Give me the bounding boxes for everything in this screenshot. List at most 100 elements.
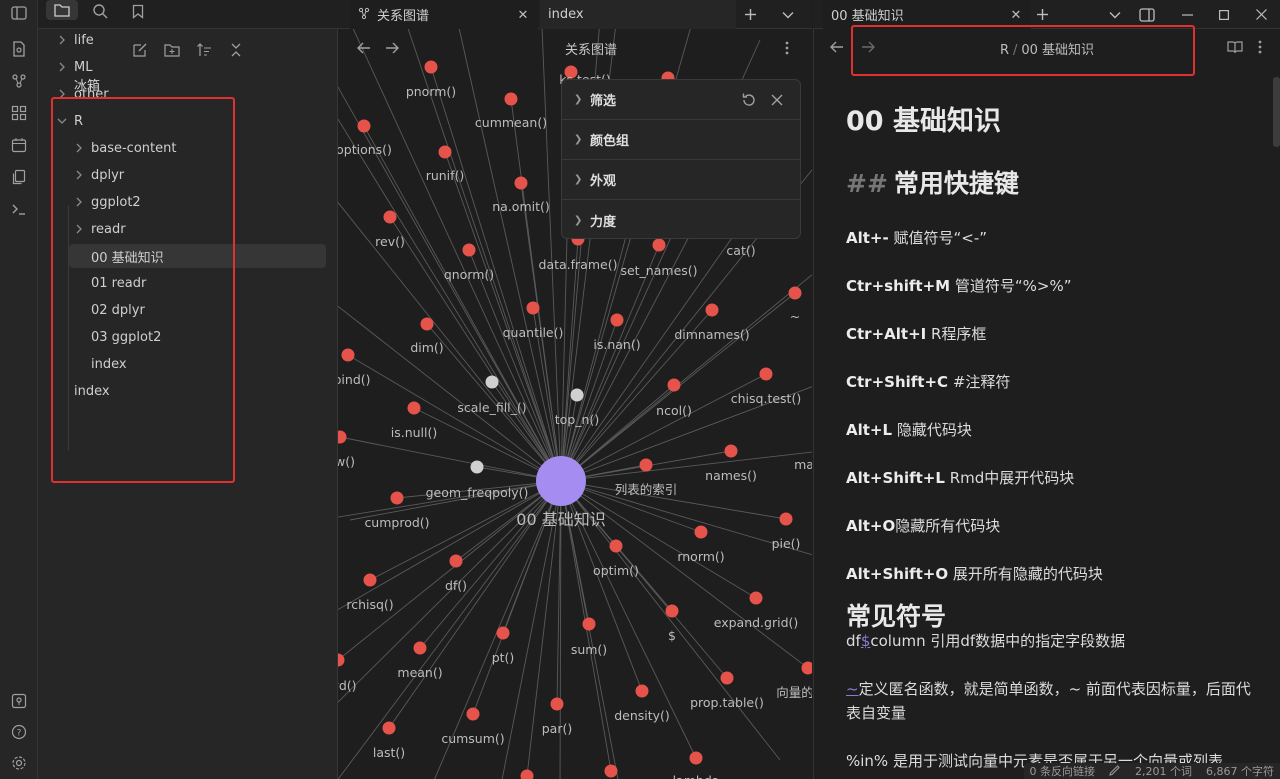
graph-node[interactable] [667,378,681,392]
graph-node[interactable] [338,430,347,444]
file-item[interactable]: index [69,352,326,376]
new-tab-icon[interactable] [736,0,764,29]
new-tab-icon[interactable] [1028,0,1056,29]
graph-node[interactable] [720,671,734,685]
more-options-icon[interactable] [1258,40,1262,58]
tab-graph[interactable]: 关系图谱 ✕ [350,0,538,29]
graph-node[interactable] [550,697,564,711]
help-icon[interactable]: ? [8,721,30,743]
open-quick-switcher-icon[interactable] [8,38,30,60]
chevron-right-icon[interactable] [56,34,68,46]
back-arrow-icon[interactable] [353,37,375,59]
forward-arrow-icon[interactable] [381,37,403,59]
close-icon[interactable]: ✕ [516,8,530,23]
graph-node[interactable] [449,554,463,568]
graph-node[interactable] [665,604,679,618]
breadcrumb-parent[interactable]: R [1000,43,1009,58]
folder-item[interactable]: other [52,82,326,106]
graph-node[interactable] [383,210,397,224]
file-item[interactable]: 03 ggplot2 [69,325,326,349]
minimize-icon[interactable] [1173,0,1201,29]
graph-node[interactable] [759,367,773,381]
graph-node[interactable] [610,313,624,327]
file-item[interactable]: index [52,379,326,403]
graph-node[interactable] [520,769,534,779]
file-item[interactable]: 01 readr [69,271,326,295]
file-item[interactable]: 02 dplyr [69,298,326,322]
more-options-icon[interactable] [776,37,798,59]
reading-view-icon[interactable] [1227,40,1243,58]
maximize-icon[interactable] [1210,0,1238,29]
close-window-icon[interactable] [1247,0,1275,29]
graph-node[interactable] [413,641,427,655]
graph-node[interactable] [466,707,480,721]
graph-node[interactable] [462,243,476,257]
graph-node[interactable] [382,721,396,735]
filter-section-filters[interactable]: ❯ 筛选 [562,80,800,120]
graph-node[interactable] [357,119,371,133]
graph-node[interactable] [496,626,510,640]
close-icon[interactable]: ✕ [1009,8,1023,23]
graph-node[interactable] [705,303,719,317]
graph-node[interactable] [526,301,540,315]
folder-item[interactable]: base-content [69,136,326,160]
command-palette-icon[interactable] [8,198,30,220]
graph-node[interactable] [407,401,421,415]
graph-node[interactable] [801,661,813,675]
graph-node[interactable] [514,176,528,190]
chevron-right-icon[interactable] [73,196,85,208]
breadcrumb-current[interactable]: 00 基础知识 [1021,43,1094,58]
chevron-right-icon[interactable] [56,61,68,73]
graph-node[interactable] [438,145,452,159]
graph-node[interactable] [724,444,738,458]
folder-item[interactable]: ML [52,55,326,79]
bookmark-icon[interactable] [122,0,154,22]
graph-node[interactable] [639,458,653,472]
graph-node[interactable] [470,460,484,474]
folder-item[interactable]: life [52,28,326,52]
file-item[interactable]: 00 基础知识 [69,244,326,268]
search-icon[interactable] [84,0,116,22]
filter-section-groups[interactable]: ❯ 颜色组 [562,120,800,160]
templates-icon[interactable] [8,166,30,188]
filter-section-display[interactable]: ❯ 外观 [562,160,800,200]
folder-item[interactable]: readr [69,217,326,241]
graph-node[interactable] [420,317,434,331]
tab-note[interactable]: 00 基础知识 ✕ [823,0,1031,29]
tab-list-chevron-down-icon[interactable] [774,0,802,29]
right-sidebar-toggle-icon[interactable] [1133,0,1161,29]
graph-view-icon[interactable] [8,70,30,92]
graph-node[interactable] [749,591,763,605]
folder-item[interactable]: ggplot2 [69,190,326,214]
settings-icon[interactable] [8,752,30,774]
graph-center-node[interactable] [536,456,586,506]
canvas-icon[interactable] [8,102,30,124]
filter-section-forces[interactable]: ❯ 力度 [562,200,800,240]
graph-node[interactable] [341,348,355,362]
graph-node[interactable] [504,92,518,106]
files-tab-icon[interactable] [46,0,78,20]
graph-node[interactable] [582,617,596,631]
graph-node[interactable] [635,684,649,698]
chevron-right-icon[interactable] [56,88,68,100]
graph-node[interactable] [788,286,802,300]
graph-node[interactable] [779,512,793,526]
chevron-right-icon[interactable] [73,169,85,181]
tab-index[interactable]: index [540,0,736,29]
folder-item[interactable]: dplyr [69,163,326,187]
graph-node[interactable] [689,751,703,765]
graph-node[interactable] [485,375,499,389]
scrollbar[interactable] [1273,77,1280,147]
daily-note-icon[interactable] [8,134,30,156]
graph-node[interactable] [604,764,618,778]
chevron-right-icon[interactable] [73,223,85,235]
graph-node[interactable] [609,539,623,553]
close-icon[interactable] [768,91,786,109]
edit-mode-icon[interactable] [1109,764,1121,779]
note-content[interactable]: 00 基础知识 ## 常用快捷键 Alt+- 赋值符号“<-” Ctr+shift+… [846,99,1261,770]
graph-node[interactable] [694,525,708,539]
chevron-right-icon[interactable] [73,142,85,154]
restore-default-icon[interactable] [740,91,758,109]
graph-node[interactable] [652,238,666,252]
folder-item[interactable]: R [52,109,326,133]
